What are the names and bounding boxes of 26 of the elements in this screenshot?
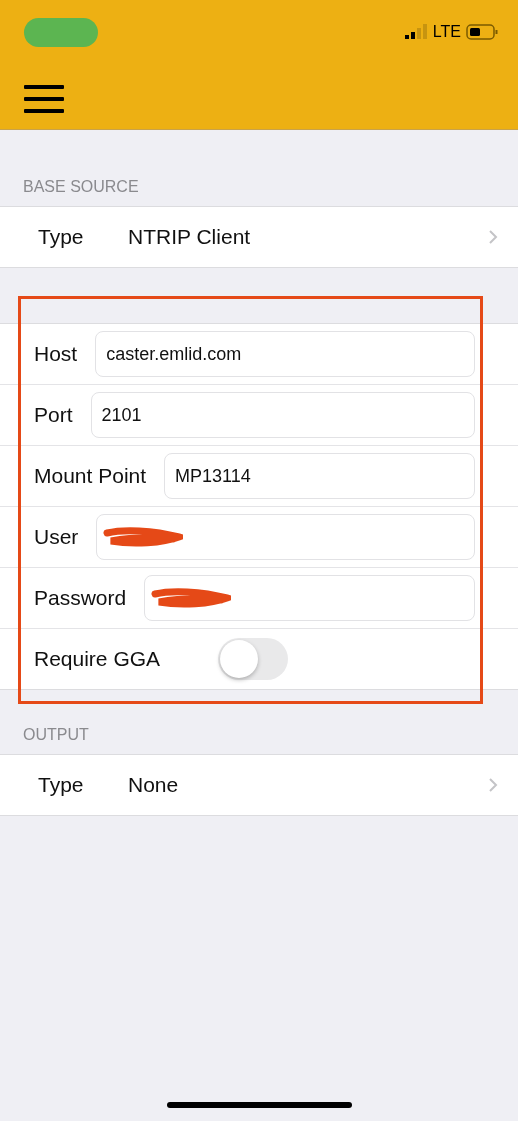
signal-icon xyxy=(404,24,428,40)
input-field[interactable] xyxy=(144,575,475,621)
row-value: NTRIP Client xyxy=(128,225,252,249)
section-header: OUTPUT xyxy=(22,725,90,745)
chevron-right-icon xyxy=(488,777,498,793)
toggle-switch[interactable] xyxy=(218,638,289,680)
chevron-right-icon xyxy=(488,229,498,245)
type-row[interactable]: Type None xyxy=(0,754,518,816)
field-label: Port xyxy=(34,403,73,427)
input-field[interactable]: MP13114 xyxy=(164,453,475,499)
menu-icon[interactable] xyxy=(24,84,64,114)
field-label: Require GGA xyxy=(34,647,161,671)
field-label: Host xyxy=(34,342,78,366)
input-field[interactable]: caster.emlid.com xyxy=(95,331,475,377)
input-field[interactable]: 2101 xyxy=(90,392,475,438)
row-label: Type xyxy=(38,773,85,797)
field-label: User xyxy=(34,525,79,549)
battery-icon xyxy=(466,24,498,40)
section-header: BASE SOURCE xyxy=(22,177,140,197)
field-label: Password xyxy=(34,586,127,610)
row-label: Type xyxy=(38,225,85,249)
input-field[interactable] xyxy=(96,514,475,560)
field-label: Mount Point xyxy=(34,464,147,488)
row-value: None xyxy=(128,773,180,797)
network-label: LTE xyxy=(432,23,461,41)
type-row[interactable]: Type NTRIP Client xyxy=(0,206,518,268)
